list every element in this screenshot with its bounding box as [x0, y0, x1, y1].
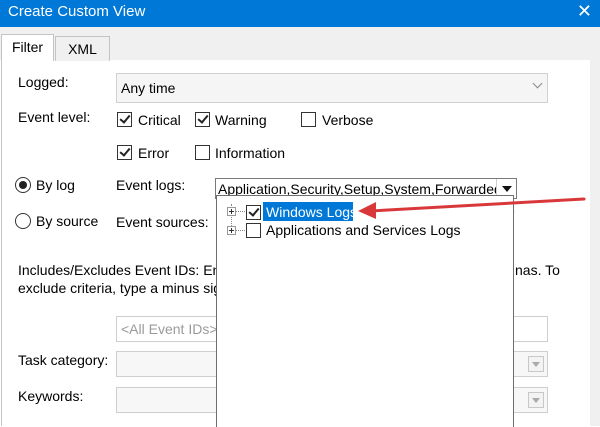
tab-filter[interactable]: Filter — [1, 34, 54, 61]
task-category-chevron-icon[interactable] — [528, 356, 544, 372]
critical-checkbox[interactable] — [117, 112, 132, 127]
close-icon[interactable]: ✕ — [577, 1, 592, 21]
logged-value: Any time — [121, 80, 176, 96]
event-logs-label: Event logs: — [116, 177, 186, 193]
arrow-head — [358, 202, 376, 219]
error-checkbox[interactable] — [117, 145, 132, 160]
by-log-label: By log — [36, 177, 75, 193]
by-source-label: By source — [36, 213, 99, 229]
applications-services-logs-checkbox[interactable] — [246, 223, 261, 238]
annotation-arrow-icon — [358, 197, 586, 219]
keywords-label: Keywords: — [18, 388, 84, 404]
logged-select[interactable]: Any time — [116, 73, 548, 103]
by-source-radio[interactable] — [15, 213, 31, 229]
chevron-down-icon — [532, 78, 543, 89]
expand-icon[interactable] — [227, 207, 236, 216]
verbose-checkbox[interactable] — [301, 112, 316, 127]
title-bar: Create Custom View ✕ — [0, 0, 600, 27]
by-log-radio[interactable] — [15, 177, 31, 193]
event-level-label: Event level: — [18, 109, 91, 125]
tree-item-windows-logs[interactable]: Windows Logs — [263, 202, 357, 221]
error-label: Error — [138, 145, 170, 161]
event-ids-description-line1: Includes/Excludes Event IDs: Ente — [18, 262, 232, 278]
window-title: Create Custom View — [8, 3, 146, 20]
information-label: Information — [215, 145, 286, 161]
event-ids-placeholder: <All Event IDs> — [121, 321, 218, 337]
warning-checkbox[interactable] — [195, 112, 210, 127]
task-category-label: Task category: — [18, 352, 109, 368]
event-logs-dropdown: Windows Logs Applications and Services L… — [216, 195, 514, 427]
warning-label: Warning — [215, 112, 267, 128]
event-sources-label: Event sources: — [116, 214, 209, 230]
event-ids-description-line2: exclude criteria, type a minus sig — [18, 280, 222, 296]
windows-logs-checkbox[interactable] — [246, 205, 261, 220]
logged-label: Logged: — [18, 74, 69, 90]
keywords-chevron-icon[interactable] — [528, 392, 544, 408]
tab-xml[interactable]: XML — [55, 36, 110, 61]
expand-icon[interactable] — [227, 226, 236, 235]
information-checkbox[interactable] — [195, 145, 210, 160]
dialog-edge — [590, 60, 600, 426]
event-ids-description-tail: nas. To — [515, 262, 560, 278]
tree-item-label: Windows Logs — [266, 204, 358, 220]
arrow-shaft — [368, 197, 586, 213]
critical-label: Critical — [138, 112, 181, 128]
verbose-label: Verbose — [322, 112, 374, 128]
